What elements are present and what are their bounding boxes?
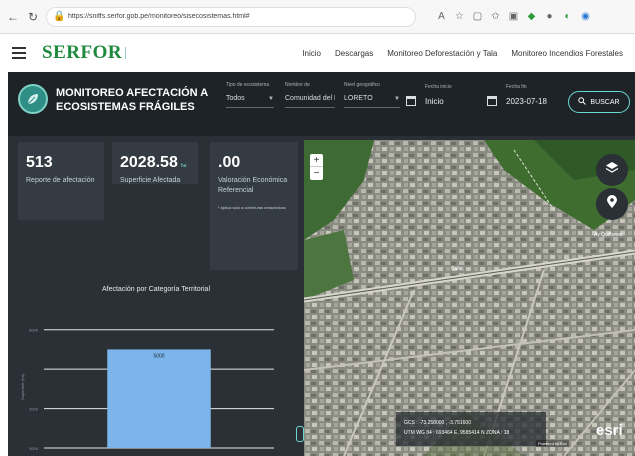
coordinate-box: GCS : -73.258000 , -3.751600 UTM WG 84 :… [396,412,546,446]
location-button[interactable] [596,188,628,220]
stat-card-valoracion: .00 Valoración Económica Referencial * A… [210,142,298,270]
zoom-in-button[interactable]: + [310,154,323,167]
street-label-calle: Calle [451,266,463,272]
lock-icon: 🔒 [53,11,66,22]
favorite-star-icon[interactable]: ☆ [454,11,465,22]
favorites-icon[interactable]: ✩ [490,11,501,22]
map-imagery [304,140,635,456]
nav-inicio[interactable]: Inicio [302,49,321,58]
browser-toolbar: ← ↻ 🔒 https://sniffs.serfor.gob.pe/monit… [0,0,635,34]
hamburger-menu-icon[interactable] [12,47,26,59]
calendar-start-icon[interactable] [406,96,416,106]
caret-down-icon: ▼ [394,95,400,102]
filter-tipo[interactable]: Tipo de ecosistema Todos ▼ [226,82,274,108]
edge-copilot-icon[interactable]: ◉ [580,11,591,22]
stat-reportes-label: Reporte de afectación [26,177,95,184]
chart-plot: 5000 2000 6000 Superficie (ha) 5000 [20,328,274,451]
extension-icon[interactable]: ◆ [526,11,537,22]
layers-icon [605,161,619,180]
satellite-map[interactable]: Calle Av Quiñones + − GCS : -73.258000 ,… [304,140,635,456]
caret-down-icon: ▼ [268,95,274,102]
reload-icon[interactable]: ↻ [26,10,40,24]
site-header: SERFOR Inicio Descargas Monitoreo Defore… [0,34,635,72]
nav-deforestacion[interactable]: Monitoreo Deforestación y Tala [387,49,497,58]
filter-nivel[interactable]: Nivel geográfico LORETO ▼ [344,82,400,108]
stat-superficie-value: 2028.58 [120,154,178,171]
back-icon[interactable]: ← [6,10,20,24]
collections-icon[interactable]: ▣ [508,11,519,22]
filter-nivel-label: Nivel geográfico [344,82,380,88]
street-label-quinones: Av Quiñones [594,232,623,238]
fecha-inicio-label: Fecha inicio [425,84,452,90]
bar-data-label: 5000 [153,353,164,359]
coord-gcs: GCS : -73.258000 , -3.751600 [404,420,471,426]
url-text: https://sniffs.serfor.gob.pe/monitoreo/s… [68,13,250,20]
coord-utm: UTM WG 84 : 693464 E, 9585414 N ZONA : 1… [404,430,510,436]
fecha-fin-label: Fecha fin [506,84,527,90]
y-tick-label: 2000 [29,407,39,412]
search-label: BUSCAR [590,98,620,106]
zoom-out-button[interactable]: − [310,167,323,180]
app-title: MONITOREO AFECTACIÓN A ECOSISTEMAS FRÁGI… [56,87,208,113]
filter-nombre-value: Comunidad del Li [285,94,335,102]
logo-divider [125,47,135,59]
profile-icon[interactable]: ● [544,11,555,22]
nav-incendios[interactable]: Monitoreo Incendios Forestales [511,49,623,58]
y-axis-label: Superficie (ha) [20,373,25,400]
category-chart: Afectación por Categoría Territorial 500… [8,280,304,456]
chart-bar[interactable] [107,349,211,448]
stat-reportes-value: 513 [26,154,53,171]
calendar-end-icon[interactable] [487,96,497,106]
y-tick-label: 6000 [29,328,39,333]
extension-2-icon[interactable]: ◐ [562,11,573,22]
stat-superficie-unit: ha [180,163,187,169]
ecosystem-leaf-icon [18,84,48,114]
esri-logo: esri [596,422,623,439]
site-nav: Inicio Descargas Monitoreo Deforestación… [302,49,623,58]
fecha-inicio-value[interactable]: Inicio [425,97,444,106]
filter-tipo-label: Tipo de ecosistema [226,82,270,88]
map-attribution[interactable]: Powered by Esri [536,440,570,447]
search-icon [578,97,587,107]
read-aloud-icon[interactable]: A [436,11,447,22]
filter-nombre-label: Nombre de [285,82,310,88]
y-tick-label: 5000 [29,446,39,451]
location-pin-icon [606,194,618,214]
nav-descargas[interactable]: Descargas [335,49,373,58]
stat-valoracion-label: Valoración Económica Referencial [218,177,288,194]
stat-card-reportes: 513 Reporte de afectación [18,142,104,220]
zoom-control: + − [310,154,323,180]
address-bar[interactable]: 🔒 https://sniffs.serfor.gob.pe/monitoreo… [46,6,416,27]
app-header: MONITOREO AFECTACIÓN A ECOSISTEMAS FRÁGI… [8,72,635,136]
stat-valoracion-value: .00 [218,154,241,171]
panel-toggle-handle[interactable] [296,426,304,442]
filter-nombre[interactable]: Nombre de Comunidad del Li▼ [285,82,335,108]
stat-valoracion-note: * Aplica solo a coberturas amazónicas [218,205,286,210]
fecha-fin-value[interactable]: 2023-07-18 [506,97,547,106]
filter-tipo-value: Todos [226,94,245,102]
split-screen-icon[interactable]: ▢ [472,11,483,22]
stat-superficie-label: Superficie Afectada [120,177,181,184]
stat-card-superficie: 2028.58 ha Superficie Afectada [112,142,198,184]
layers-button[interactable] [596,154,628,186]
serfor-logo[interactable]: SERFOR [42,42,122,64]
filter-nivel-value: LORETO [344,94,373,102]
search-button[interactable]: BUSCAR [568,91,630,113]
monitoring-app: MONITOREO AFECTACIÓN A ECOSISTEMAS FRÁGI… [8,72,635,456]
